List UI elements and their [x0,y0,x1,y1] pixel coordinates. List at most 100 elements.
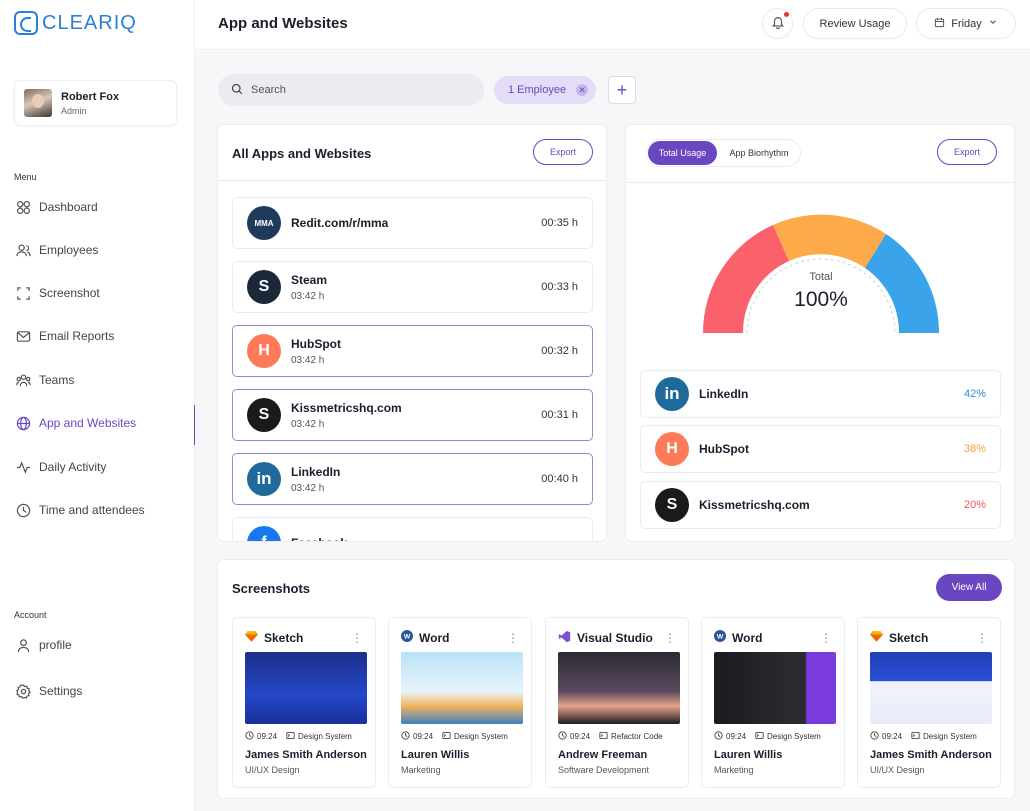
app-logo-icon: S [655,488,689,522]
brand-name: CLEARIQ [42,11,137,34]
app-name: HubSpot [699,442,749,456]
app-time: 00:40 h [541,473,578,485]
app-row[interactable]: S Steam 03:42 h 00:33 h [232,261,593,313]
activity-icon [16,460,31,475]
sidebar-item-screenshot[interactable]: Screenshot [0,278,195,308]
screenshot-card[interactable]: Sketch ⋮ 09:24 Design System James Smith And… [857,617,1001,788]
word-icon: W [401,630,413,645]
screenshot-app-name: Sketch [889,630,929,645]
screenshot-app-name: Sketch [264,630,304,645]
sidebar-item-dashboard[interactable]: Dashboard [0,192,195,222]
day-label: Friday [951,17,982,30]
screenshot-tag: Refactor Code [611,732,663,741]
sidebar-item-app-and-websites[interactable]: App and Websites [0,405,196,445]
usage-percent: 38% [963,443,986,455]
app-total-time: 03:42 h [291,482,325,494]
sidebar-item-label: Email Reports [39,329,115,343]
gear-icon [16,683,31,699]
search-bar[interactable] [218,74,484,106]
screenshot-time: 09:24 [882,732,903,741]
sidebar-item-time-and-attendees[interactable]: Time and attendees [0,495,195,525]
dashboard-icon [16,200,31,215]
app-name: Kissmetricshq.com [291,400,402,415]
usage-percent: 20% [963,499,986,511]
screenshot-role: Marketing [401,765,441,775]
usage-share-row[interactable]: H HubSpot 38% [640,425,1001,473]
screenshot-role: UI/UX Design [870,765,925,775]
plus-icon: + [616,79,628,100]
screenshot-card[interactable]: W Word ⋮ 09:24 Design System Lauren Willis Mar… [388,617,532,788]
more-options-icon[interactable]: ⋮ [820,631,832,645]
sidebar-item-daily-activity[interactable]: Daily Activity [0,452,195,482]
apps-card: All Apps and Websites Export MMA Redit.co… [217,124,607,542]
svg-text:W: W [404,634,411,641]
gauge-segment-orange [773,214,886,268]
tag-icon [442,731,451,742]
app-row[interactable]: in LinkedIn 03:42 h 00:40 h [232,453,593,505]
screenshot-thumbnail[interactable] [245,652,367,724]
sketch-icon [245,630,258,645]
more-options-icon[interactable]: ⋮ [351,631,363,645]
screenshot-card[interactable]: Sketch ⋮ 09:24 Design System James Smith And… [232,617,376,788]
review-usage-button[interactable]: Review Usage [803,8,907,39]
screenshot-tag: Design System [923,732,977,741]
view-all-button[interactable]: View All [936,574,1002,601]
usage-export-button[interactable]: Export [937,139,997,165]
screenshot-thumbnail[interactable] [401,652,523,724]
usage-share-row[interactable]: in LinkedIn 42% [640,370,1001,418]
search-input[interactable] [251,84,471,96]
tab-total-usage[interactable]: Total Usage [648,141,717,165]
more-options-icon[interactable]: ⋮ [507,631,519,645]
screenshot-card[interactable]: Visual Studio ⋮ 09:24 Refactor Code Andrew F… [545,617,689,788]
menu-label: Menu [14,172,37,182]
tab-app-biorhythm[interactable]: App Biorhythm [721,141,797,165]
sidebar-item-profile[interactable]: profile [0,630,195,660]
screenshot-role: UI/UX Design [245,765,300,775]
sidebar-item-teams[interactable]: Teams [0,365,195,395]
usage-share-row[interactable]: S Kissmetricshq.com 20% [640,481,1001,529]
app-total-time: 03:42 h [291,354,325,366]
sidebar-item-settings[interactable]: Settings [0,676,195,706]
more-options-icon[interactable]: ⋮ [664,631,676,645]
tag-icon [755,731,764,742]
screenshot-thumbnail[interactable] [870,652,992,724]
app-logo-icon: in [247,462,281,496]
apps-export-button[interactable]: Export [533,139,593,165]
usage-percent: 42% [963,388,986,400]
screenshot-time: 09:24 [257,732,278,741]
app-row[interactable]: H HubSpot 03:42 h 00:32 h [232,325,593,377]
screenshot-thumbnail[interactable] [714,652,836,724]
page-title: App and Websites [218,15,348,32]
app-row[interactable]: f Facebook [232,517,593,541]
sidebar-item-email-reports[interactable]: Email Reports [0,321,195,351]
day-selector[interactable]: Friday [916,8,1016,39]
sidebar-item-label: Daily Activity [39,460,107,474]
close-icon[interactable]: ✕ [576,84,589,96]
app-row[interactable]: MMA Redit.com/r/mma 00:35 h [232,197,593,249]
screenshot-time: 09:24 [570,732,591,741]
teams-icon [16,373,31,388]
top-header: App and Websites Review Usage Friday [195,0,1030,50]
employee-filter-chip[interactable]: 1 Employee ✕ [494,76,596,104]
usage-card: Total Usage App Biorhythm Export Total 1… [625,124,1016,542]
app-time: 00:33 h [541,281,578,293]
clock-icon [558,731,567,742]
screenshot-card[interactable]: W Word ⋮ 09:24 Design System Lauren Willis Mar… [701,617,845,788]
sidebar-item-employees[interactable]: Employees [0,235,195,265]
clock-icon [870,731,879,742]
app-row[interactable]: S Kissmetricshq.com 03:42 h 00:31 h [232,389,593,441]
app-time: 00:35 h [541,217,578,229]
more-options-icon[interactable]: ⋮ [976,631,988,645]
add-filter-button[interactable]: + [608,76,636,104]
user-card[interactable]: Robert Fox Admin [14,80,177,126]
notification-dot [784,12,789,17]
search-icon [231,83,243,98]
notifications-button[interactable] [762,8,793,39]
brand-logo[interactable]: CLEARIQ [14,11,137,35]
divider [218,180,606,181]
sidebar-item-label: Screenshot [39,286,100,300]
globe-icon [16,416,31,431]
screenshot-app-name: Word [419,630,450,645]
screenshot-thumbnail[interactable] [558,652,680,724]
user-name: Robert Fox [61,90,120,103]
